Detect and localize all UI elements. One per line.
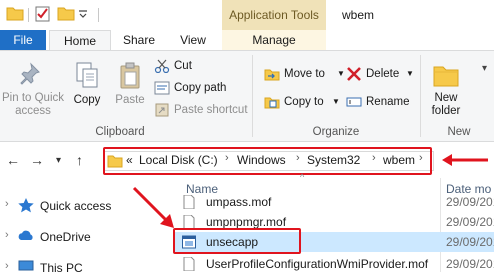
paste-shortcut-icon xyxy=(155,103,169,117)
scissors-icon xyxy=(154,59,170,73)
application-tools-context: Application Tools xyxy=(222,0,326,30)
nav-label: OneDrive xyxy=(40,230,91,244)
chevron-right-icon[interactable]: › xyxy=(5,198,9,210)
tab-home[interactable]: Home xyxy=(49,30,111,51)
tab-file[interactable]: File xyxy=(0,30,46,51)
annotation-arrow-icon xyxy=(132,186,174,228)
file-date: 29/09/201 xyxy=(446,215,494,229)
up-arrow-icon[interactable]: ↑ xyxy=(76,152,83,168)
move-to-icon xyxy=(264,69,280,81)
delete-x-icon xyxy=(347,67,361,81)
cloud-icon xyxy=(18,230,33,240)
table-row[interactable]: UserProfileConfigurationWmiProvider.mof … xyxy=(174,254,494,272)
title-bar: Application Tools wbem xyxy=(0,0,494,30)
context-tab-label: Application Tools xyxy=(229,8,319,22)
address-highlight-box xyxy=(103,147,432,175)
group-divider xyxy=(420,55,421,137)
file-name: umpass.mof xyxy=(206,195,272,209)
nav-label: This PC xyxy=(40,261,83,272)
clipboard-icon xyxy=(120,62,140,89)
pin-to-quick-access-button[interactable]: Pin to Quick access xyxy=(0,61,66,118)
copy-path-label: Copy path xyxy=(174,82,227,94)
copy-icon xyxy=(76,62,98,88)
file-icon xyxy=(183,257,195,271)
properties-icon[interactable] xyxy=(34,5,52,23)
file-icon xyxy=(183,215,195,229)
group-divider xyxy=(252,55,253,137)
annotation-arrow-icon xyxy=(442,154,488,166)
clipboard-group-label: Clipboard xyxy=(95,126,145,138)
selected-file-highlight-box xyxy=(173,228,301,254)
move-to-dropdown-icon: ▼ xyxy=(337,69,345,78)
organize-group-label: Organize xyxy=(312,126,360,138)
pin-icon xyxy=(20,62,40,85)
address-row: ← → ▾ ↑ « Local Disk (C:) › Windows › Sy… xyxy=(0,142,494,178)
chevron-right-icon[interactable]: › xyxy=(5,229,9,241)
rename-icon xyxy=(346,97,362,107)
paste-shortcut-label: Paste shortcut xyxy=(174,104,248,116)
file-name: umpnpmgr.mof xyxy=(206,215,287,229)
delete-label: Delete xyxy=(366,68,400,80)
window-title: wbem xyxy=(342,8,375,22)
copy-path-icon xyxy=(154,81,170,95)
tab-share[interactable]: Share xyxy=(114,30,164,51)
copy-label: Copy xyxy=(73,94,101,106)
file-date: 29/09/201 xyxy=(446,195,494,209)
file-date: 29/09/201 xyxy=(446,235,494,249)
tab-manage[interactable]: Manage xyxy=(222,30,326,51)
file-date: 29/09/201 xyxy=(446,257,494,271)
copy-to-label: Copy to xyxy=(284,96,324,108)
ribbon: Pin to Quick access Copy Paste Cut Copy … xyxy=(0,50,494,142)
folder-icon[interactable] xyxy=(6,5,24,21)
divider xyxy=(28,8,29,22)
sort-indicator-icon: ^ xyxy=(300,172,305,182)
paste-label: Paste xyxy=(115,94,145,106)
customize-dropdown-icon[interactable] xyxy=(78,9,88,19)
copy-button[interactable]: Copy xyxy=(68,61,106,107)
tab-view[interactable]: View xyxy=(168,30,218,51)
nav-item-this-pc[interactable]: › This PC xyxy=(0,258,170,272)
back-arrow-icon[interactable]: ← xyxy=(6,152,20,168)
computer-icon xyxy=(18,260,34,271)
nav-label: Quick access xyxy=(40,199,112,213)
star-icon xyxy=(18,198,34,213)
divider xyxy=(98,8,99,22)
new-group-label: New xyxy=(447,126,471,138)
pin-label: Pin to Quick access xyxy=(2,92,64,117)
new-folder-label: New folder xyxy=(431,92,461,117)
file-list: ^ Name Date mo umpass.mof 29/09/201 umpn… xyxy=(174,172,494,272)
file-icon xyxy=(183,195,195,209)
new-folder-icon[interactable] xyxy=(57,5,75,21)
paste-button[interactable]: Paste xyxy=(110,61,150,107)
copy-to-icon xyxy=(264,97,280,109)
move-to-label: Move to xyxy=(284,68,325,80)
delete-dropdown-icon: ▼ xyxy=(406,69,414,78)
new-folder-button[interactable]: New folder xyxy=(424,59,468,118)
table-row[interactable]: umpass.mof 29/09/201 xyxy=(174,192,494,212)
chevron-right-icon[interactable]: › xyxy=(5,260,9,272)
forward-arrow-icon[interactable]: → xyxy=(30,152,44,168)
file-name: UserProfileConfigurationWmiProvider.mof xyxy=(206,257,429,271)
cut-label: Cut xyxy=(174,60,192,72)
recent-locations-icon[interactable]: ▾ xyxy=(56,155,61,166)
copy-to-dropdown-icon: ▼ xyxy=(332,97,340,106)
new-folder-icon xyxy=(433,66,459,87)
rename-label: Rename xyxy=(366,96,410,108)
new-item-dropdown-icon[interactable]: ▾ xyxy=(482,63,487,74)
ribbon-tabs: File Home Share View Manage xyxy=(0,30,494,51)
